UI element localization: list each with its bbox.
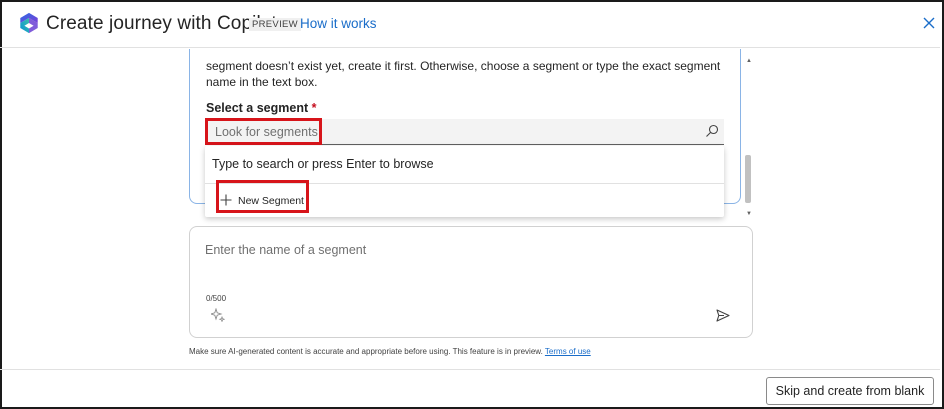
character-count: 0/500 bbox=[206, 294, 227, 303]
terms-of-use-link[interactable]: Terms of use bbox=[545, 347, 591, 356]
scroll-down-icon[interactable]: ▼ bbox=[746, 211, 752, 217]
close-icon[interactable] bbox=[920, 14, 938, 32]
dialog-title: Create journey with Copilot bbox=[46, 13, 277, 34]
segment-search-input[interactable] bbox=[208, 121, 320, 143]
segment-name-input[interactable] bbox=[205, 240, 725, 260]
preview-badge: PREVIEW bbox=[249, 18, 301, 31]
scroll-thumb[interactable] bbox=[745, 155, 751, 203]
footer-divider bbox=[0, 369, 940, 370]
new-segment-label: New Segment bbox=[238, 195, 304, 207]
skip-and-create-button[interactable]: Skip and create from blank bbox=[766, 377, 934, 405]
segment-instructions: segment doesn’t exist yet, create it fir… bbox=[206, 59, 721, 89]
dropdown-divider bbox=[205, 183, 724, 184]
required-marker: * bbox=[311, 101, 317, 115]
dropdown-hint: Type to search or press Enter to browse bbox=[212, 157, 434, 171]
copilot-logo-icon bbox=[20, 12, 38, 34]
plus-icon bbox=[220, 194, 232, 206]
send-icon[interactable] bbox=[716, 309, 730, 322]
ai-disclaimer: Make sure AI-generated content is accura… bbox=[189, 347, 591, 356]
sparkle-icon[interactable] bbox=[211, 308, 225, 322]
scroll-up-icon[interactable]: ▲ bbox=[746, 58, 752, 64]
select-segment-label: Select a segment * bbox=[206, 101, 317, 115]
disclaimer-text: Make sure AI-generated content is accura… bbox=[189, 347, 543, 356]
how-it-works-link[interactable]: How it works bbox=[300, 16, 377, 31]
search-icon[interactable] bbox=[705, 124, 719, 138]
select-segment-label-text: Select a segment bbox=[206, 101, 309, 115]
